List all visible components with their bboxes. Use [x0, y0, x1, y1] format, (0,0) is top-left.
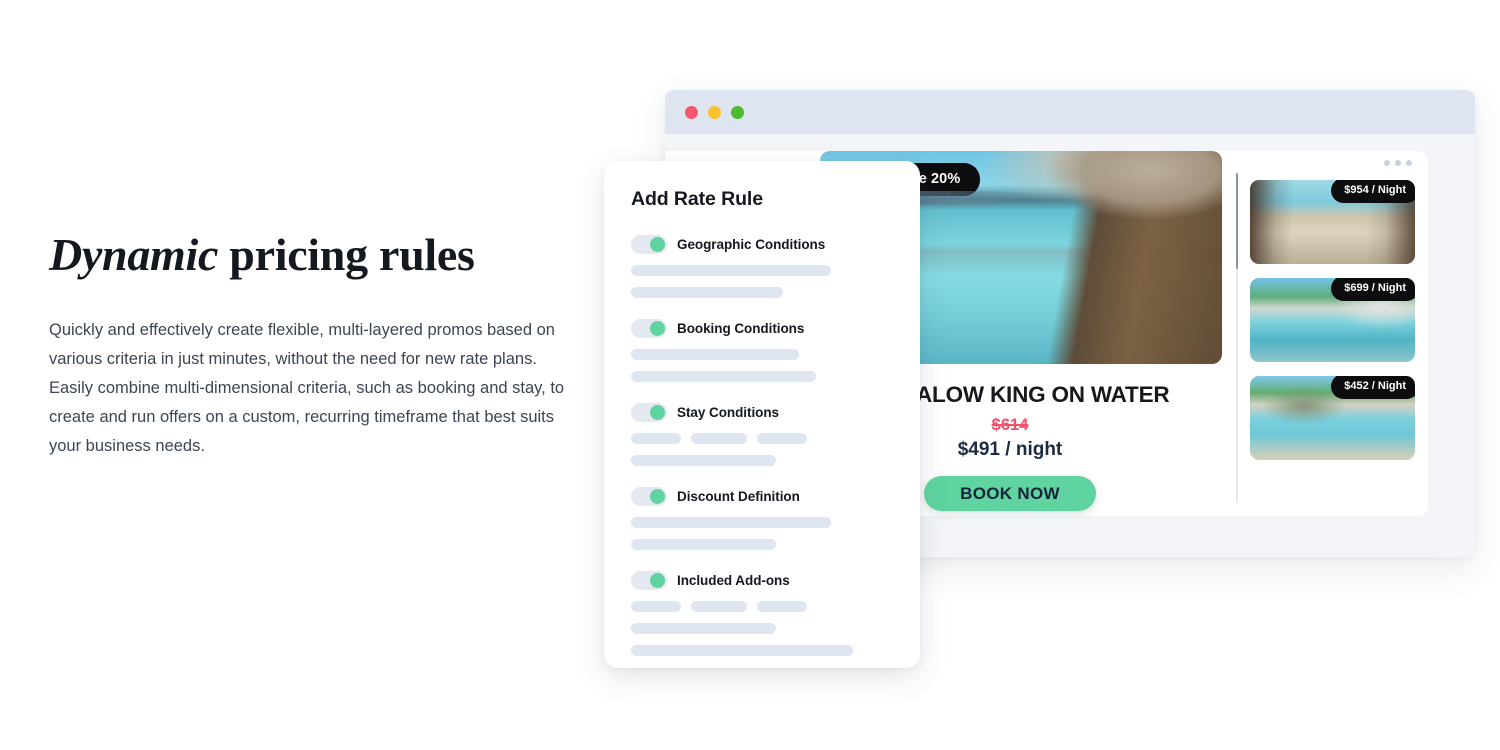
- headline-rest: pricing rules: [218, 229, 475, 280]
- skeleton-row: [631, 623, 894, 634]
- rule-section-label: Included Add-ons: [677, 573, 790, 588]
- kebab-dot: [1395, 160, 1401, 166]
- skeleton-bar: [691, 601, 747, 612]
- skeleton-bar: [631, 265, 831, 276]
- skeleton-bar: [631, 433, 681, 444]
- rule-section: Stay Conditions: [631, 403, 894, 466]
- thumbnail-price-badge: $954 / Night: [1331, 180, 1415, 203]
- toggle-knob-icon: [650, 321, 665, 336]
- rule-section-header: Stay Conditions: [631, 403, 894, 422]
- list-item[interactable]: $954 / Night: [1250, 180, 1415, 264]
- rule-section: Booking Conditions: [631, 319, 894, 382]
- rule-sections-container: Geographic Conditions Booking Conditions S…: [631, 235, 894, 656]
- skeleton-row: [631, 539, 894, 550]
- rule-section-toggle[interactable]: [631, 487, 667, 506]
- kebab-dot: [1384, 160, 1390, 166]
- skeleton-row: [631, 645, 894, 656]
- toggle-knob-icon: [650, 237, 665, 252]
- skeleton-row: [631, 265, 894, 276]
- skeleton-row: [631, 349, 894, 360]
- rule-section-label: Stay Conditions: [677, 405, 780, 420]
- feature-copy-block: Dynamic pricing rules Quickly and effect…: [49, 228, 579, 461]
- skeleton-bar: [631, 645, 853, 656]
- rule-section-header: Discount Definition: [631, 487, 894, 506]
- rule-section-header: Geographic Conditions: [631, 235, 894, 254]
- skeleton-bar: [631, 539, 776, 550]
- add-rate-rule-card: Add Rate Rule Geographic Conditions Booki…: [604, 161, 920, 668]
- feature-description: Quickly and effectively create flexible,…: [49, 321, 565, 456]
- rule-section-toggle[interactable]: [631, 235, 667, 254]
- close-window-icon[interactable]: [685, 105, 698, 119]
- skeleton-bar: [757, 601, 807, 612]
- rule-section-header: Included Add-ons: [631, 571, 894, 590]
- page-title: Dynamic pricing rules: [49, 228, 579, 282]
- list-item[interactable]: $699 / Night: [1250, 278, 1415, 362]
- toggle-knob-icon: [650, 405, 665, 420]
- headline-emphasis: Dynamic: [49, 229, 219, 280]
- kebab-menu-icon[interactable]: [1250, 151, 1428, 166]
- skeleton-row: [631, 455, 894, 466]
- content-divider[interactable]: [1236, 173, 1238, 503]
- thumbnail-price-badge: $452 / Night: [1331, 376, 1415, 399]
- skeleton-bar: [631, 623, 776, 634]
- rule-section-label: Booking Conditions: [677, 321, 805, 336]
- minimize-window-icon[interactable]: [708, 105, 721, 119]
- skeleton-bar: [631, 601, 681, 612]
- listing-thumbnail-rail: $954 / Night $699 / Night $452 / Night: [1250, 151, 1428, 460]
- rule-section-toggle[interactable]: [631, 319, 667, 338]
- rule-card-title: Add Rate Rule: [631, 188, 763, 210]
- kebab-dot: [1406, 160, 1412, 166]
- skeleton-bar: [631, 455, 776, 466]
- skeleton-bar: [631, 371, 816, 382]
- rule-section: Included Add-ons: [631, 571, 894, 656]
- skeleton-row: [631, 371, 894, 382]
- rule-section-toggle[interactable]: [631, 403, 667, 422]
- rule-section-label: Geographic Conditions: [677, 237, 826, 252]
- book-now-button[interactable]: BOOK NOW: [924, 476, 1096, 511]
- maximize-window-icon[interactable]: [731, 105, 744, 119]
- skeleton-row: [631, 601, 894, 612]
- rule-section-toggle[interactable]: [631, 571, 667, 590]
- toggle-knob-icon: [650, 489, 665, 504]
- toggle-knob-icon: [650, 573, 665, 588]
- rule-section-header: Booking Conditions: [631, 319, 894, 338]
- browser-title-bar: [665, 90, 1475, 134]
- skeleton-bar: [631, 349, 799, 360]
- rule-section-label: Discount Definition: [677, 489, 800, 504]
- scrollbar-thumb[interactable]: [1236, 173, 1238, 269]
- skeleton-bar: [631, 287, 783, 298]
- skeleton-row: [631, 517, 894, 528]
- skeleton-bar: [757, 433, 807, 444]
- skeleton-bar: [691, 433, 747, 444]
- list-item[interactable]: $452 / Night: [1250, 376, 1415, 460]
- skeleton-bar: [631, 517, 831, 528]
- skeleton-row: [631, 287, 894, 298]
- rule-section: Discount Definition: [631, 487, 894, 550]
- rule-section: Geographic Conditions: [631, 235, 894, 298]
- thumbnail-price-badge: $699 / Night: [1331, 278, 1415, 301]
- skeleton-row: [631, 433, 894, 444]
